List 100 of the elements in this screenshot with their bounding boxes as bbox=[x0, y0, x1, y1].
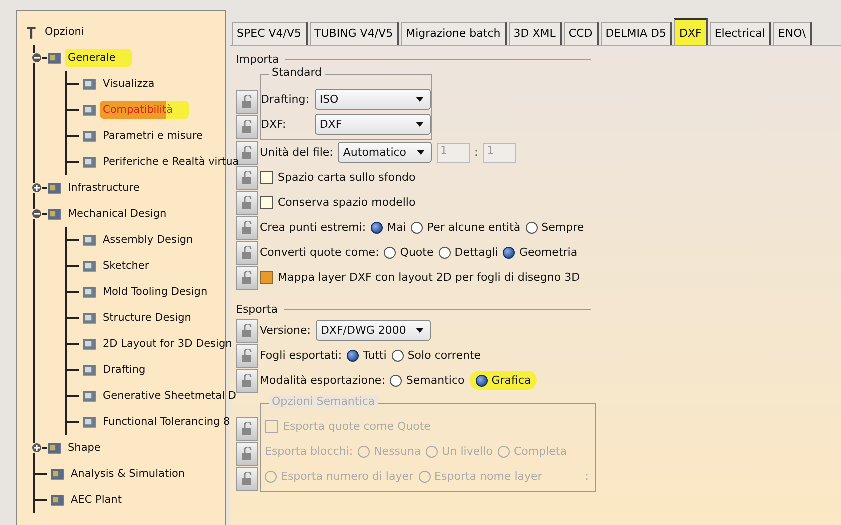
node-icon bbox=[82, 76, 97, 92]
lock-button[interactable] bbox=[236, 368, 258, 392]
radio-label: Mai bbox=[387, 221, 406, 234]
lock-button[interactable] bbox=[236, 442, 258, 466]
node-icon bbox=[47, 180, 62, 196]
padlock-icon bbox=[241, 447, 253, 461]
tab[interactable]: 3D XML bbox=[508, 22, 562, 45]
group-title: Standard bbox=[269, 66, 326, 79]
radio-button[interactable] bbox=[476, 374, 488, 386]
tab[interactable]: DXF bbox=[674, 18, 708, 45]
separator-mark: : bbox=[585, 470, 589, 483]
radio-label: Un livello bbox=[442, 445, 493, 458]
lock-button[interactable] bbox=[236, 240, 258, 264]
tree-item[interactable]: Opzioni bbox=[42, 25, 88, 39]
lock-button[interactable] bbox=[236, 190, 258, 214]
tree-item[interactable]: Mold Tooling Design bbox=[100, 285, 211, 299]
radio-label: Dettagli bbox=[454, 246, 498, 259]
tree-item[interactable]: Generative Sheetmetal D bbox=[100, 389, 240, 403]
radio-label: Sempre bbox=[542, 221, 584, 234]
tab[interactable]: Electrical bbox=[710, 22, 772, 45]
lock-button[interactable] bbox=[236, 318, 258, 342]
padlock-icon bbox=[241, 374, 253, 388]
dropdown[interactable]: DXF bbox=[314, 114, 431, 135]
node-icon bbox=[47, 50, 62, 66]
tab[interactable]: CCD bbox=[564, 22, 599, 45]
padlock-icon bbox=[241, 170, 253, 184]
radio-button[interactable] bbox=[411, 222, 424, 234]
expander-icon[interactable] bbox=[32, 53, 42, 63]
node-icon bbox=[82, 284, 97, 300]
tree-item[interactable]: Assembly Design bbox=[100, 233, 196, 247]
lock-button[interactable] bbox=[236, 467, 258, 491]
expander-icon[interactable] bbox=[32, 183, 42, 193]
radio-label: Semantico bbox=[406, 374, 465, 387]
lock-button[interactable] bbox=[236, 166, 258, 190]
radio-button[interactable] bbox=[526, 222, 538, 234]
section-title: Esporta bbox=[236, 302, 278, 316]
ratio-separator: : bbox=[474, 146, 478, 159]
radio-label: Quote bbox=[400, 246, 434, 259]
tree-item[interactable]: Analysis & Simulation bbox=[68, 467, 188, 481]
lock-button[interactable] bbox=[236, 90, 258, 114]
radio-label: Completa bbox=[514, 445, 567, 458]
padlock-icon bbox=[241, 120, 253, 134]
radio-label: Nessuna bbox=[374, 445, 422, 458]
dropdown[interactable]: DXF/DWG 2000 bbox=[316, 320, 432, 341]
field-label: DXF: bbox=[261, 118, 288, 131]
expander-icon[interactable] bbox=[32, 443, 42, 453]
tab[interactable]: TUBING V4/V5 bbox=[310, 22, 400, 45]
section-title: Importa bbox=[236, 52, 280, 66]
tree-item[interactable]: Infrastructure bbox=[65, 181, 143, 195]
checkbox[interactable] bbox=[260, 196, 273, 209]
tab[interactable]: ENO\ bbox=[773, 22, 812, 45]
field-label: Fogli esportati: bbox=[260, 349, 342, 362]
tree-item[interactable]: Structure Design bbox=[100, 311, 194, 325]
tree-item[interactable]: Shape bbox=[65, 441, 104, 455]
tree-item[interactable]: Visualizza bbox=[100, 77, 158, 91]
node-icon bbox=[47, 206, 62, 222]
tree-item[interactable]: AEC Plant bbox=[68, 493, 125, 507]
group-title: Opzioni Semantica bbox=[269, 395, 378, 408]
radio-button[interactable] bbox=[390, 374, 402, 386]
tab[interactable]: Migrazione batch bbox=[401, 22, 507, 45]
lock-button[interactable] bbox=[236, 216, 258, 240]
lock-button[interactable] bbox=[236, 115, 258, 139]
tree-item[interactable]: Parametri e misure bbox=[100, 129, 206, 143]
radio-button[interactable] bbox=[384, 246, 396, 258]
node-icon bbox=[50, 466, 65, 482]
radio-button[interactable] bbox=[392, 350, 404, 362]
caret-icon bbox=[416, 97, 424, 102]
tree-item[interactable]: Sketcher bbox=[100, 259, 152, 273]
tab[interactable]: DELMIA D5 bbox=[600, 22, 672, 45]
radio-label: Esporta numero di layer bbox=[281, 470, 414, 483]
checkbox-label: Spazio carta sullo sfondo bbox=[278, 171, 416, 184]
lock-button[interactable] bbox=[236, 417, 258, 441]
node-icon bbox=[82, 388, 97, 404]
expander-icon[interactable] bbox=[32, 209, 42, 219]
lock-button[interactable] bbox=[236, 266, 258, 290]
radio-button[interactable] bbox=[371, 222, 384, 234]
radio-label: Grafica bbox=[492, 374, 532, 387]
radio-label: Per alcune entità bbox=[427, 221, 521, 234]
node-icon bbox=[82, 128, 97, 144]
dropdown[interactable]: ISO bbox=[314, 89, 431, 110]
radio-button[interactable] bbox=[438, 246, 451, 258]
tab[interactable]: SPEC V4/V5 bbox=[232, 22, 308, 45]
radio-button[interactable] bbox=[347, 350, 360, 362]
tree-item[interactable]: Periferiche e Realtà virtua bbox=[100, 155, 242, 169]
caret-icon bbox=[416, 150, 425, 155]
checkbox[interactable] bbox=[260, 271, 273, 284]
padlock-icon bbox=[241, 196, 253, 210]
padlock-icon bbox=[241, 220, 253, 234]
lock-button[interactable] bbox=[236, 344, 258, 368]
tree-item[interactable]: Mechanical Design bbox=[65, 207, 170, 221]
node-icon bbox=[82, 154, 97, 170]
dropdown[interactable]: Automatico bbox=[338, 142, 432, 163]
tree-item[interactable]: Drafting bbox=[100, 363, 149, 377]
tree-item[interactable]: Generale bbox=[65, 49, 132, 67]
tree-item[interactable]: Functional Tolerancing 8 bbox=[100, 415, 234, 429]
checkbox[interactable] bbox=[260, 171, 273, 184]
radio-button[interactable] bbox=[503, 246, 516, 258]
tree-item[interactable]: 2D Layout for 3D Design bbox=[100, 337, 236, 351]
padlock-icon bbox=[241, 246, 253, 260]
padlock-icon bbox=[241, 472, 253, 486]
